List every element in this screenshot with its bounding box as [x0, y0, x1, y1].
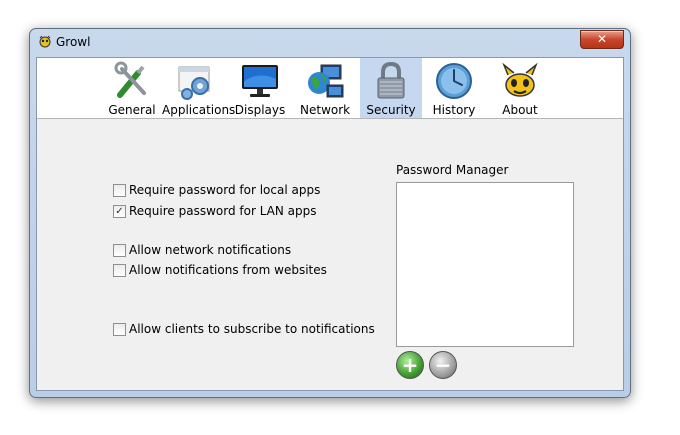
require-password-local-checkbox[interactable]: [113, 184, 126, 197]
allow-client-subscribe-label[interactable]: Allow clients to subscribe to notificati…: [129, 322, 375, 336]
allow-network-notifications-label[interactable]: Allow network notifications: [129, 243, 291, 257]
close-button[interactable]: ✕: [580, 30, 624, 49]
plus-icon: +: [401, 353, 419, 377]
remove-password-button[interactable]: −: [429, 351, 457, 379]
allow-website-notifications-checkbox[interactable]: [113, 264, 126, 277]
tab-history[interactable]: History: [430, 58, 478, 118]
network-icon: [308, 64, 344, 98]
title-bar[interactable]: Growl ✕: [30, 29, 630, 55]
tools-icon: [114, 61, 146, 98]
growl-app-icon: [39, 35, 51, 48]
require-password-local-label[interactable]: Require password for local apps: [129, 183, 320, 197]
window-title: Growl: [56, 35, 91, 49]
tab-security[interactable]: Security: [360, 58, 422, 118]
allow-client-subscribe-checkbox[interactable]: [113, 323, 126, 336]
growl-window: Growl ✕ General Applications Displays Ne…: [29, 28, 631, 398]
tab-security-label: Security: [366, 103, 416, 117]
password-manager-list[interactable]: [396, 182, 574, 347]
growl-logo-icon: [502, 62, 538, 97]
monitor-icon: [242, 65, 278, 97]
require-password-lan-checkbox[interactable]: ✓: [113, 205, 126, 218]
tab-general[interactable]: General: [108, 58, 156, 118]
password-manager-label: Password Manager: [396, 163, 509, 177]
preferences-panel: General Applications Displays Network Se…: [36, 57, 624, 391]
tab-applications[interactable]: Applications: [162, 58, 236, 118]
allow-website-notifications-label[interactable]: Allow notifications from websites: [129, 263, 327, 277]
close-icon: ✕: [596, 32, 608, 46]
tab-history-label: History: [432, 103, 476, 117]
tab-network[interactable]: Network: [300, 58, 350, 118]
tab-network-label: Network: [300, 103, 351, 117]
clock-icon: [436, 63, 472, 99]
tab-applications-label: Applications: [162, 103, 236, 117]
add-password-button[interactable]: +: [396, 351, 424, 379]
allow-network-notifications-checkbox[interactable]: [113, 244, 126, 257]
padlock-icon: [377, 61, 405, 99]
tab-general-label: General: [108, 103, 156, 117]
tab-displays-label: Displays: [234, 103, 286, 117]
preferences-toolbar: General Applications Displays Network Se…: [37, 58, 623, 119]
applications-icon: [178, 66, 210, 100]
minus-icon: −: [434, 353, 452, 377]
tab-about[interactable]: About: [496, 58, 544, 118]
require-password-lan-label[interactable]: Require password for LAN apps: [129, 204, 317, 218]
tab-displays[interactable]: Displays: [234, 58, 286, 118]
tab-about-label: About: [502, 103, 538, 117]
